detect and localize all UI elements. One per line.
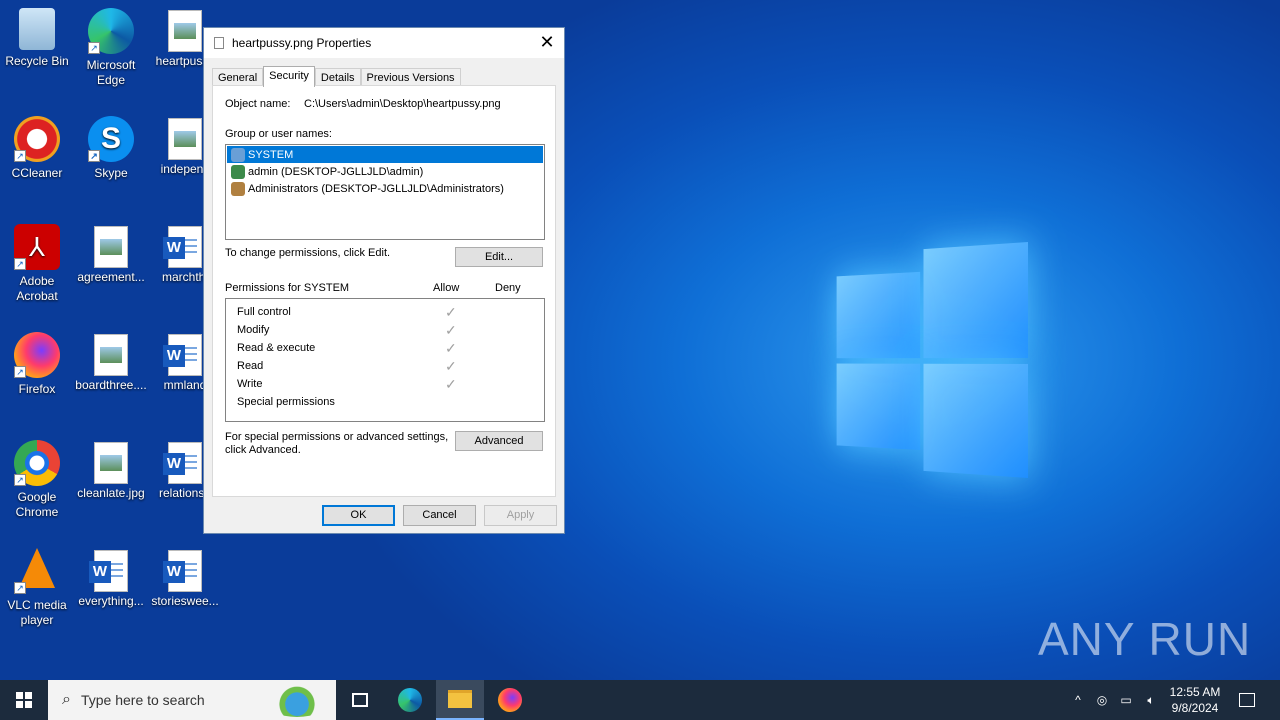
taskbar-file-explorer[interactable] (436, 680, 484, 720)
check-icon: ✓ (445, 321, 457, 338)
tab-security[interactable]: Security (263, 66, 315, 87)
permissions-list: Full control ✓ Modify ✓ Read & execute ✓ Re… (225, 298, 545, 422)
perm-row: Read ✓ (237, 357, 457, 374)
check-icon: ✓ (445, 303, 457, 320)
search-placeholder: Type here to search (80, 692, 205, 708)
search-highlight-icon (264, 685, 330, 717)
special-permissions-text: For special permissions or advanced sett… (225, 431, 449, 443)
user-icon (231, 164, 245, 179)
firefox-icon[interactable]: ↗ Firefox (0, 332, 74, 397)
perm-row: Modify ✓ (237, 321, 457, 338)
anyrun-watermark: ANY RUN (1038, 613, 1252, 665)
word-document-icon[interactable]: Wstorieswee... (148, 548, 222, 609)
security-panel: Object name: C:\Users\admin\Desktop\hear… (212, 85, 556, 497)
perm-row: Full control ✓ (237, 303, 457, 320)
check-icon: ✓ (445, 375, 457, 392)
desktop-file-icon[interactable]: boardthree.... (74, 332, 148, 393)
network-icon[interactable]: ▭ (1116, 680, 1136, 720)
chrome-icon[interactable]: ↗ Google Chrome (0, 440, 74, 520)
windows-icon (16, 692, 32, 708)
check-icon: ✓ (445, 339, 457, 356)
shortcut-arrow-icon: ↗ (88, 42, 100, 54)
perm-row: Special permissions (237, 396, 335, 408)
volume-icon[interactable]: 🔈︎ (1140, 680, 1162, 720)
user-row-administrators[interactable]: Administrators (DESKTOP-JGLLJLD\Administ… (227, 180, 543, 197)
object-name-value: C:\Users\admin\Desktop\heartpussy.png (304, 98, 501, 110)
meet-now-icon[interactable]: ◎ (1092, 680, 1112, 720)
perm-row: Write ✓ (237, 375, 457, 392)
taskbar-edge[interactable] (386, 680, 434, 720)
folder-icon (448, 690, 472, 708)
taskbar: ⌕ Type here to search ^ ◎ ▭ 🔈︎ 12:55 AM … (0, 680, 1280, 720)
change-permissions-text: To change permissions, click Edit. (225, 247, 391, 259)
cancel-button[interactable]: Cancel (403, 505, 476, 526)
edge-icon (398, 688, 422, 712)
group-label: Group or user names: (225, 128, 332, 140)
user-row-admin[interactable]: admin (DESKTOP-JGLLJLD\admin) (227, 163, 543, 180)
tab-strip: General Security Details Previous Versio… (212, 66, 461, 87)
deny-header: Deny (495, 282, 521, 294)
edit-button[interactable]: Edit... (455, 247, 543, 267)
task-view-icon (352, 693, 368, 707)
advanced-button[interactable]: Advanced (455, 431, 543, 451)
special-permissions-text-2: click Advanced. (225, 444, 301, 456)
permissions-for-label: Permissions for SYSTEM (225, 282, 350, 294)
notification-icon (1239, 693, 1255, 707)
search-icon: ⌕ (62, 691, 71, 708)
clock[interactable]: 12:55 AM 9/8/2024 (1164, 680, 1226, 720)
ok-button[interactable]: OK (322, 505, 395, 526)
search-box[interactable]: ⌕ Type here to search (48, 680, 336, 720)
file-icon (214, 37, 224, 49)
dialog-title-bar[interactable]: heartpussy.png Properties (204, 28, 564, 58)
properties-dialog: heartpussy.png Properties ✕ General Secu… (203, 27, 565, 534)
taskbar-firefox[interactable] (486, 680, 534, 720)
show-hidden-icons[interactable]: ^ (1068, 680, 1088, 720)
edge-icon[interactable]: ↗ Microsoft Edge (74, 8, 148, 88)
vlc-icon[interactable]: ↗ VLC media player (0, 548, 74, 628)
notifications-button[interactable] (1232, 680, 1262, 720)
ccleaner-icon[interactable]: ↗ CCleaner (0, 116, 74, 181)
word-document-icon[interactable]: Weverything... (74, 548, 148, 609)
task-view-button[interactable] (336, 680, 384, 720)
clock-date: 9/8/2024 (1171, 701, 1219, 715)
dialog-title: heartpussy.png Properties (232, 36, 372, 50)
skype-icon[interactable]: S ↗ Skype (74, 116, 148, 181)
clock-time: 12:55 AM (1169, 685, 1221, 699)
group-icon (231, 181, 245, 196)
group-icon (231, 147, 245, 162)
desktop-file-icon[interactable]: cleanlate.jpg (74, 440, 148, 501)
apply-button[interactable]: Apply (484, 505, 557, 526)
object-name-label: Object name: (225, 98, 291, 110)
windows-wallpaper-logo (836, 242, 1028, 478)
perm-row: Read & execute ✓ (237, 339, 457, 356)
check-icon: ✓ (445, 357, 457, 374)
firefox-icon (498, 688, 522, 712)
recycle-bin-icon[interactable]: Recycle Bin (0, 8, 74, 69)
user-row-system[interactable]: SYSTEM (227, 146, 543, 163)
close-button[interactable]: ✕ (530, 28, 564, 58)
allow-header: Allow (433, 282, 460, 294)
start-button[interactable] (0, 680, 48, 720)
user-list: SYSTEM admin (DESKTOP-JGLLJLD\admin) Adm… (225, 144, 545, 240)
desktop-file-icon[interactable]: agreement... (74, 224, 148, 285)
acrobat-icon[interactable]: ⅄ ↗ Adobe Acrobat (0, 224, 74, 304)
